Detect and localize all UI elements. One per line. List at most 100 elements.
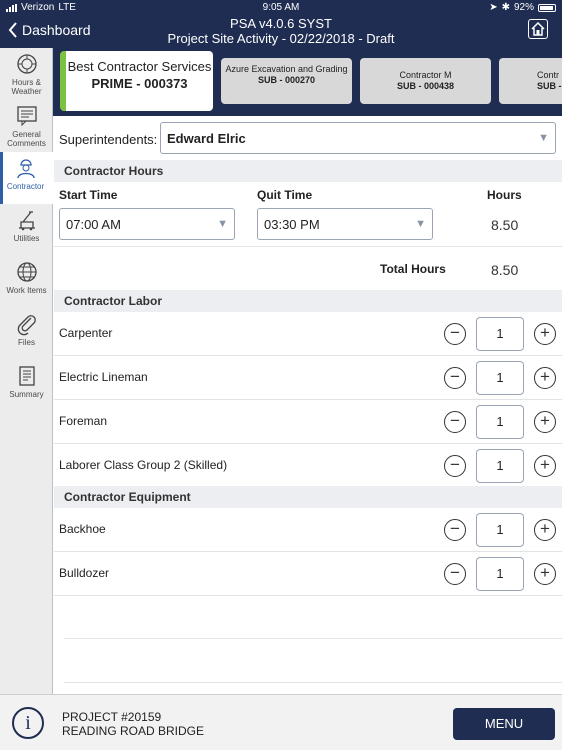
sidebar-item-label: Hours & Weather bbox=[11, 78, 42, 96]
contractor-tab-best-contractor[interactable]: Best Contractor Services PRIME - 000373 bbox=[60, 51, 213, 111]
increment-button[interactable]: + bbox=[534, 367, 556, 389]
total-hours-value: 8.50 bbox=[491, 262, 519, 278]
decrement-button[interactable]: − bbox=[444, 563, 466, 585]
quantity-stepper: − 1 + bbox=[444, 513, 556, 547]
superintendent-value: Edward Elric bbox=[167, 130, 246, 146]
labor-row: Carpenter − 1 + bbox=[54, 312, 562, 356]
utilities-icon bbox=[18, 211, 35, 231]
increment-button[interactable]: + bbox=[534, 323, 556, 345]
comments-icon bbox=[16, 106, 37, 127]
location-icon: ➤ bbox=[489, 2, 498, 13]
globe-icon bbox=[16, 262, 37, 282]
quantity-field[interactable]: 1 bbox=[476, 513, 524, 547]
labor-row: Foreman − 1 + bbox=[54, 400, 562, 444]
start-time-label: Start Time bbox=[59, 188, 118, 202]
menu-button[interactable]: MENU bbox=[453, 708, 555, 740]
sidebar-item-general-comments[interactable]: General Comments bbox=[0, 100, 53, 152]
decrement-button[interactable]: − bbox=[444, 367, 466, 389]
quantity-field[interactable]: 1 bbox=[476, 405, 524, 439]
contractor-hours-header: Contractor Hours bbox=[54, 160, 562, 182]
quantity-field[interactable]: 1 bbox=[476, 361, 524, 395]
bluetooth-icon: ✱ bbox=[501, 2, 510, 13]
total-hours-label: Total Hours bbox=[380, 262, 446, 276]
empty-row-divider bbox=[64, 682, 562, 683]
quantity-stepper: − 1 + bbox=[444, 361, 556, 395]
sidebar-item-work-items[interactable]: Work Items bbox=[0, 256, 53, 308]
home-button[interactable] bbox=[528, 19, 548, 39]
quit-time-value: 03:30 PM bbox=[264, 216, 320, 232]
sidebar-item-label: Work Items bbox=[6, 286, 47, 295]
battery-icon bbox=[538, 3, 556, 12]
contractor-labor-header: Contractor Labor bbox=[54, 290, 562, 312]
sidebar-item-utilities[interactable]: Utilities bbox=[0, 204, 53, 256]
paperclip-icon bbox=[17, 315, 36, 336]
quantity-field[interactable]: 1 bbox=[476, 557, 524, 591]
decrement-button[interactable]: − bbox=[444, 411, 466, 433]
divider bbox=[54, 246, 562, 247]
quit-time-select[interactable]: 03:30 PM ▼ bbox=[257, 208, 433, 240]
increment-button[interactable]: + bbox=[534, 519, 556, 541]
page-title: PSA v4.0.6 SYST Project Site Activity - … bbox=[0, 16, 562, 46]
sidebar-item-files[interactable]: Files bbox=[0, 308, 53, 360]
contractor-tab-name: Contractor M bbox=[399, 70, 452, 80]
quantity-field[interactable]: 1 bbox=[476, 317, 524, 351]
app-version-title: PSA v4.0.6 SYST bbox=[230, 16, 332, 31]
labor-name: Foreman bbox=[59, 414, 108, 428]
activity-title: Project Site Activity - 02/22/2018 - Dra… bbox=[167, 31, 395, 46]
labor-row: Electric Lineman − 1 + bbox=[54, 356, 562, 400]
quantity-field[interactable]: 1 bbox=[476, 449, 524, 483]
contractor-tab-code: SUB - 000438 bbox=[396, 81, 455, 91]
sidebar-item-contractor[interactable]: Contractor bbox=[0, 152, 53, 204]
decrement-button[interactable]: − bbox=[444, 519, 466, 541]
sidebar-item-summary[interactable]: Summary bbox=[0, 360, 53, 412]
project-number: PROJECT #20159 bbox=[62, 710, 162, 724]
sidebar-item-label: Contractor bbox=[6, 182, 45, 191]
hours-label: Hours bbox=[487, 188, 522, 202]
contractor-tab-name: Best Contractor Services bbox=[67, 59, 212, 74]
equipment-row: Bulldozer − 1 + bbox=[54, 552, 562, 596]
contractor-tab-partial[interactable]: Contr SUB - 0 bbox=[499, 58, 562, 104]
contractor-tab-azure-excavation[interactable]: Azure Excavation and Grading SUB - 00027… bbox=[221, 58, 352, 104]
decrement-button[interactable]: − bbox=[444, 323, 466, 345]
quantity-stepper: − 1 + bbox=[444, 557, 556, 591]
increment-button[interactable]: + bbox=[534, 455, 556, 477]
bottom-bar: i PROJECT #20159 READING ROAD BRIDGE MEN… bbox=[0, 694, 562, 750]
sidebar-item-hours-weather[interactable]: Hours & Weather bbox=[0, 48, 53, 100]
superintendents-row: Superintendents: Edward Elric ▼ bbox=[54, 116, 562, 162]
project-info: PROJECT #20159 READING ROAD BRIDGE bbox=[62, 710, 204, 738]
contractor-tab-code: SUB - 0 bbox=[537, 81, 562, 91]
sidebar-item-label: General Comments bbox=[7, 130, 46, 148]
sidebar-item-label: Utilities bbox=[13, 234, 40, 243]
start-time-value: 07:00 AM bbox=[66, 216, 121, 232]
info-icon[interactable]: i bbox=[12, 707, 44, 739]
labor-name: Laborer Class Group 2 (Skilled) bbox=[59, 458, 228, 472]
hours-value: 8.50 bbox=[491, 217, 519, 233]
quit-time-label: Quit Time bbox=[257, 188, 313, 202]
contractor-icon bbox=[16, 159, 35, 179]
contractor-tab-code: SUB - 000270 bbox=[257, 75, 316, 85]
contractor-tabs: Best Contractor Services PRIME - 000373 … bbox=[53, 48, 562, 116]
superintendents-label: Superintendents: bbox=[59, 132, 158, 147]
contractor-tab-name: Contr bbox=[537, 70, 560, 80]
start-time-select[interactable]: 07:00 AM ▼ bbox=[59, 208, 235, 240]
dropdown-arrow-icon: ▼ bbox=[538, 132, 549, 144]
quantity-stepper: − 1 + bbox=[444, 449, 556, 483]
decrement-button[interactable]: − bbox=[444, 455, 466, 477]
battery-percent: 92% bbox=[513, 2, 534, 13]
top-navigation-bar: Verizon LTE 9:05 AM ➤ ✱ 92% Dashboard PS… bbox=[0, 0, 562, 48]
labor-name: Carpenter bbox=[59, 326, 113, 340]
empty-row-divider bbox=[64, 638, 562, 639]
sidebar-item-label: Summary bbox=[9, 390, 44, 399]
sidebar-item-label: Files bbox=[18, 338, 35, 347]
quantity-stepper: − 1 + bbox=[444, 317, 556, 351]
clock: 9:05 AM bbox=[262, 2, 300, 13]
project-name: READING ROAD BRIDGE bbox=[62, 724, 205, 738]
increment-button[interactable]: + bbox=[534, 411, 556, 433]
equipment-name: Bulldozer bbox=[59, 566, 110, 580]
contractor-tab-contractor-m[interactable]: Contractor M SUB - 000438 bbox=[360, 58, 491, 104]
quantity-stepper: − 1 + bbox=[444, 405, 556, 439]
superintendent-select[interactable]: Edward Elric ▼ bbox=[160, 122, 556, 154]
equipment-name: Backhoe bbox=[59, 522, 106, 536]
labor-name: Electric Lineman bbox=[59, 370, 148, 384]
increment-button[interactable]: + bbox=[534, 563, 556, 585]
